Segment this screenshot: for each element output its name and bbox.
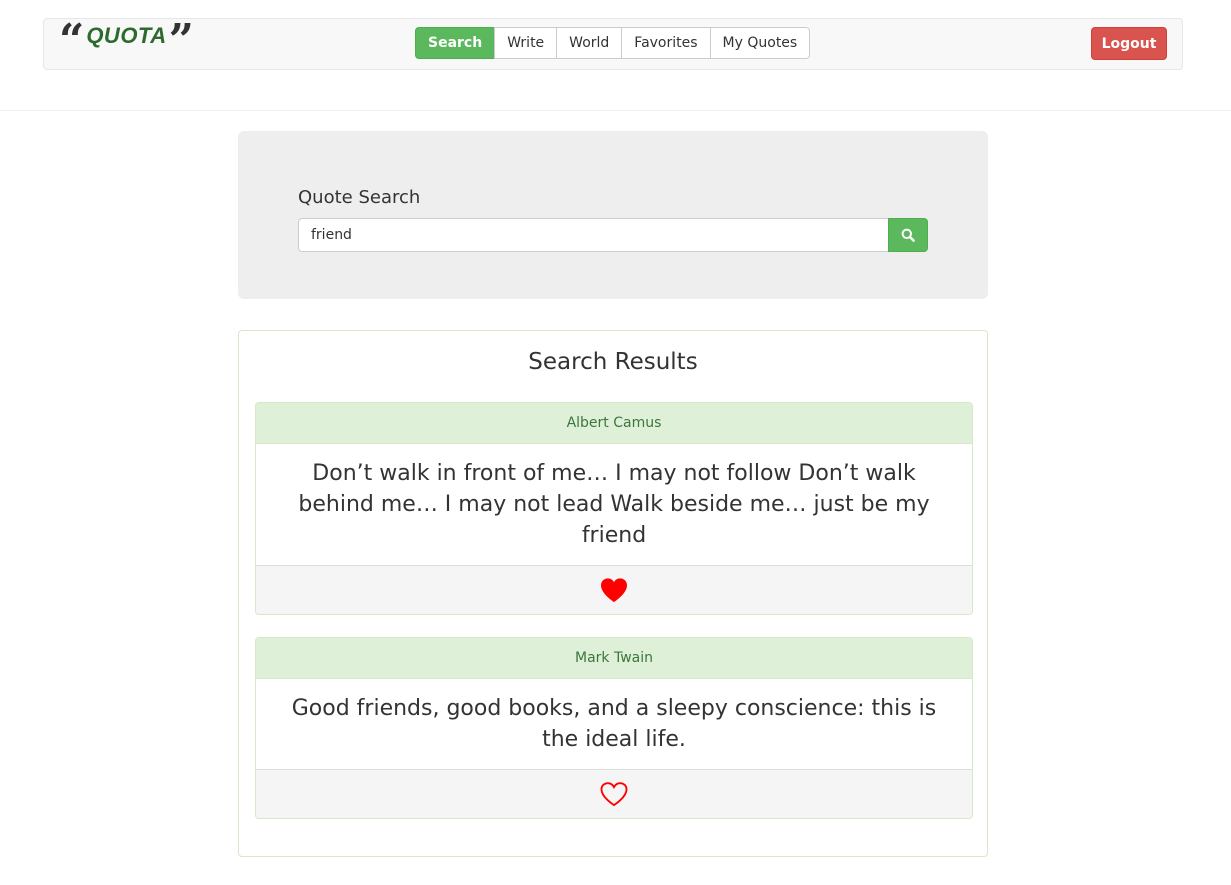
tab-my-quotes[interactable]: My Quotes	[709, 27, 811, 59]
quote-footer	[256, 769, 972, 818]
results-title: Search Results	[528, 349, 698, 375]
quote-card: Mark Twain Good friends, good books, and…	[255, 637, 973, 819]
quote-card: Albert Camus Don’t walk in front of me… …	[255, 402, 973, 615]
open-quote-icon: “	[59, 19, 85, 49]
nav-tabs: Search Write World Favorites My Quotes	[415, 27, 811, 59]
quote-author: Albert Camus	[256, 403, 972, 444]
search-panel: Quote Search	[238, 131, 988, 299]
heart-filled-icon[interactable]	[599, 577, 629, 603]
quote-author: Mark Twain	[256, 638, 972, 679]
brand-logo[interactable]: “ QUOTA ”	[59, 19, 194, 49]
results-panel: Search Results Albert Camus Don’t walk i…	[238, 330, 988, 857]
close-quote-icon: ”	[168, 19, 194, 49]
quote-text: Don’t walk in front of me… I may not fol…	[298, 461, 930, 548]
header-divider	[0, 110, 1231, 111]
search-icon	[901, 228, 915, 242]
search-input[interactable]	[298, 218, 889, 252]
tab-world[interactable]: World	[556, 27, 623, 59]
tab-favorites[interactable]: Favorites	[621, 27, 711, 59]
top-navbar: “ QUOTA ” Search Write World Favorites M…	[43, 18, 1183, 70]
brand-name: QUOTA	[86, 23, 167, 48]
logout-button[interactable]: Logout	[1091, 27, 1167, 60]
tab-search[interactable]: Search	[415, 27, 496, 59]
search-label: Quote Search	[298, 187, 421, 208]
quote-footer	[256, 565, 972, 614]
tab-write[interactable]: Write	[494, 27, 558, 59]
search-button[interactable]	[888, 218, 928, 252]
quote-text: Good friends, good books, and a sleepy c…	[291, 696, 937, 752]
heart-outline-icon[interactable]	[599, 781, 629, 807]
